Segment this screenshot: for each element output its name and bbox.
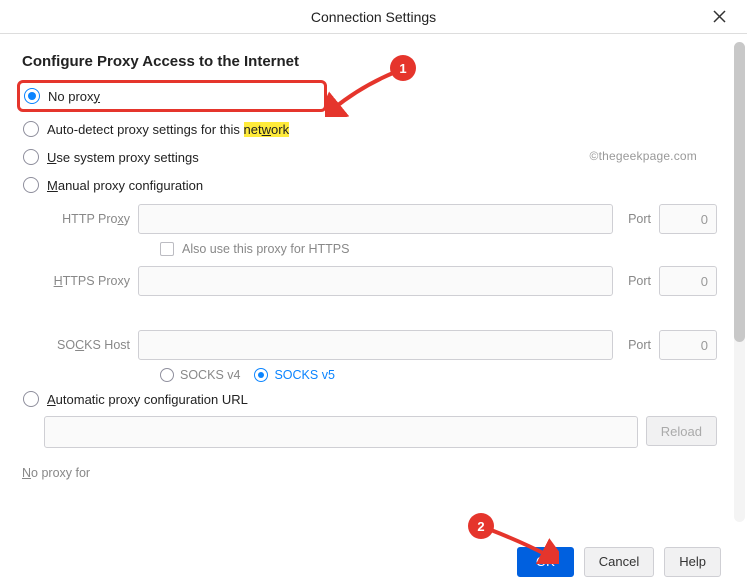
socks-v5-label: SOCKS v5 (274, 368, 334, 382)
connection-settings-dialog: Connection Settings Configure Proxy Acce… (0, 0, 747, 585)
radio-auto-config-url[interactable]: Automatic proxy configuration URL (22, 388, 717, 410)
socks-host-input[interactable] (138, 330, 613, 360)
watermark-text: ©thegeekpage.com (590, 149, 697, 163)
radio-no-proxy[interactable]: No proxy (23, 85, 321, 107)
reload-button[interactable]: Reload (646, 416, 717, 446)
close-button[interactable] (705, 2, 733, 30)
vertical-scrollbar[interactable] (734, 42, 745, 522)
dialog-title: Connection Settings (311, 9, 436, 25)
annotation-badge-1: 1 (390, 55, 416, 81)
socks-port-label: Port (621, 338, 651, 352)
radio-label: Auto-detect proxy settings for this netw… (47, 122, 289, 137)
pac-url-input[interactable] (44, 416, 638, 448)
radio-icon (23, 177, 39, 193)
dialog-footer: OK Cancel Help (0, 537, 747, 585)
radio-socks-v5[interactable]: SOCKS v5 (254, 368, 334, 382)
radio-label: Automatic proxy configuration URL (47, 392, 248, 407)
radio-icon (160, 368, 174, 382)
radio-icon (254, 368, 268, 382)
radio-icon (24, 88, 40, 104)
radio-icon (23, 121, 39, 137)
titlebar: Connection Settings (0, 0, 747, 34)
socks-port-input[interactable]: 0 (659, 330, 717, 360)
radio-icon (23, 391, 39, 407)
radio-socks-v4[interactable]: SOCKS v4 (160, 368, 240, 382)
radio-label: No proxy (48, 89, 100, 104)
https-proxy-row: HTTPS Proxy Port 0 (44, 266, 717, 296)
also-https-label: Also use this proxy for HTTPS (182, 242, 349, 256)
manual-proxy-fields: HTTP Proxy Port 0 Also use this proxy fo… (44, 204, 717, 382)
https-proxy-input[interactable] (138, 266, 613, 296)
also-https-checkbox[interactable] (160, 242, 174, 256)
radio-label: Manual proxy configuration (47, 178, 203, 193)
help-button[interactable]: Help (664, 547, 721, 577)
http-port-label: Port (621, 212, 651, 226)
annotation-badge-2: 2 (468, 513, 494, 539)
socks-v4-label: SOCKS v4 (180, 368, 240, 382)
http-port-input[interactable]: 0 (659, 204, 717, 234)
radio-icon (23, 149, 39, 165)
also-https-row[interactable]: Also use this proxy for HTTPS (160, 242, 717, 256)
radio-auto-detect[interactable]: Auto-detect proxy settings for this netw… (22, 118, 717, 140)
scrollbar-thumb[interactable] (734, 42, 745, 342)
no-proxy-for-label: No proxy for (22, 466, 717, 480)
annotation-arrow-1 (325, 67, 399, 117)
annotation-arrow-2 (487, 524, 559, 564)
annotation-highlight-1: No proxy (17, 80, 327, 112)
http-proxy-input[interactable] (138, 204, 613, 234)
pac-url-row: Reload (44, 416, 717, 448)
radio-label: Use system proxy settings (47, 150, 199, 165)
socks-host-row: SOCKS Host Port 0 (44, 330, 717, 360)
https-port-input[interactable]: 0 (659, 266, 717, 296)
socks-host-label: SOCKS Host (44, 338, 130, 352)
close-icon (713, 10, 726, 23)
http-proxy-label: HTTP Proxy (44, 212, 130, 226)
radio-manual-proxy[interactable]: Manual proxy configuration (22, 174, 717, 196)
cancel-button[interactable]: Cancel (584, 547, 654, 577)
socks-version-row: SOCKS v4 SOCKS v5 (160, 368, 717, 382)
https-proxy-label: HTTPS Proxy (44, 274, 130, 288)
http-proxy-row: HTTP Proxy Port 0 (44, 204, 717, 234)
https-port-label: Port (621, 274, 651, 288)
